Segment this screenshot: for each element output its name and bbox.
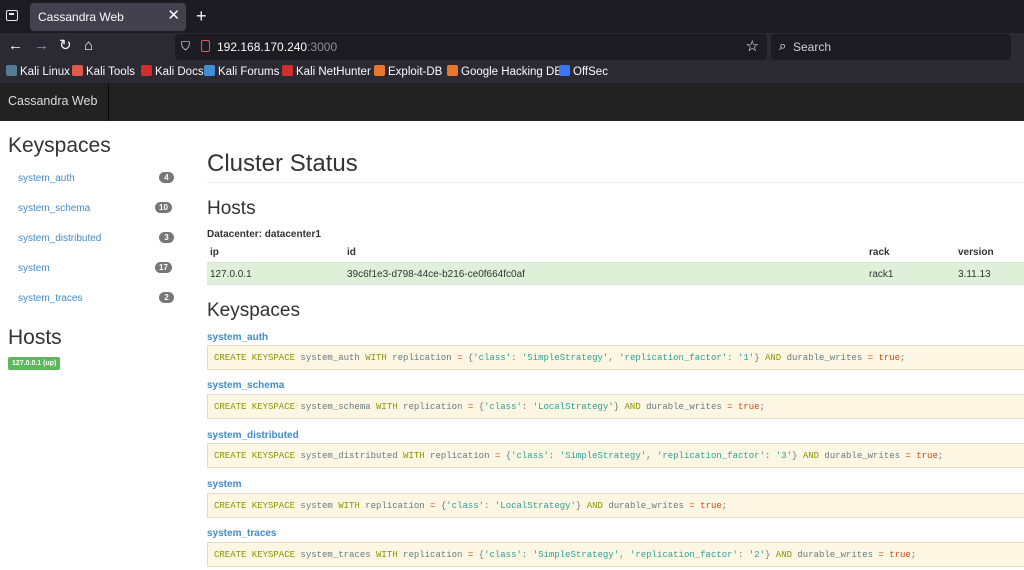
column-header-version: version: [958, 247, 994, 258]
browser-tab-bar: Cassandra Web ✕ +: [0, 0, 1024, 33]
cql-code-block: CREATE KEYSPACE system WITH replication …: [207, 493, 1024, 518]
keyspace-link-system-schema[interactable]: system_schema: [207, 380, 284, 391]
exploit-db-icon: [374, 65, 385, 76]
bookmark-exploit-db[interactable]: Exploit-DB: [374, 65, 442, 78]
column-header-rack: rack: [869, 247, 890, 258]
browser-tab[interactable]: Cassandra Web ✕: [30, 3, 186, 31]
close-tab-icon[interactable]: ✕: [167, 7, 180, 25]
reload-icon[interactable]: ↻: [59, 37, 72, 55]
cell-id: 39c6f1e3-d798-44ce-b216-ce0f664fc0af: [347, 269, 525, 280]
bookmark-kali-forums[interactable]: Kali Forums: [204, 65, 279, 78]
sidebar-item-system[interactable]: system: [18, 263, 50, 274]
offsec-icon: [559, 65, 570, 76]
sidebar-item-system-auth[interactable]: system_auth: [18, 173, 75, 184]
url-bar[interactable]: ⛉ 192.168.170.240:3000 ☆: [175, 34, 767, 60]
keyspace-link-system-traces[interactable]: system_traces: [207, 528, 277, 539]
bookmark-kali-docs[interactable]: Kali Docs: [141, 65, 204, 78]
kali-linux-icon: [6, 65, 17, 76]
new-tab-icon[interactable]: +: [196, 6, 207, 26]
ghdb-icon: [447, 65, 458, 76]
forward-arrow-icon[interactable]: →: [34, 37, 49, 55]
url-text[interactable]: 192.168.170.240:3000: [217, 40, 337, 54]
bookmarks-toolbar: Kali Linux Kali Tools Kali Docs Kali For…: [0, 61, 1024, 83]
bookmark-offsec[interactable]: OffSec: [559, 65, 608, 78]
host-status-label: 127.0.0.1 (up): [8, 357, 61, 370]
title-divider: [207, 182, 1024, 183]
cql-code-block: CREATE KEYSPACE system_auth WITH replica…: [207, 345, 1024, 370]
tab-list-icon[interactable]: [6, 10, 18, 21]
sidebar-hosts-heading: Hosts: [8, 326, 62, 349]
sidebar-item-system-traces[interactable]: system_traces: [18, 293, 82, 304]
datacenter-label: Datacenter: datacenter1: [207, 229, 321, 240]
column-header-ip: ip: [210, 247, 219, 258]
bookmark-kali-linux[interactable]: Kali Linux: [6, 65, 70, 78]
table-row: 127.0.0.1 39c6f1e3-d798-44ce-b216-ce0f66…: [207, 263, 1024, 285]
sidebar-badge-system-schema: 10: [155, 202, 172, 213]
sidebar-item-system-distributed[interactable]: system_distributed: [18, 233, 101, 244]
search-placeholder: Search: [793, 40, 832, 54]
cell-ip: 127.0.0.1: [210, 269, 252, 280]
sidebar-keyspaces-heading: Keyspaces: [8, 134, 111, 157]
kali-forums-icon: [204, 65, 215, 76]
bookmark-kali-nethunter[interactable]: Kali NetHunter: [282, 65, 371, 78]
sidebar-badge-system: 17: [155, 262, 172, 273]
insecure-lock-icon[interactable]: [201, 40, 210, 52]
bookmark-star-icon[interactable]: ☆: [746, 37, 759, 55]
keyspaces-heading: Keyspaces: [207, 300, 300, 321]
kali-tools-icon: [72, 65, 83, 76]
tab-title: Cassandra Web: [38, 10, 124, 24]
cql-code-block: CREATE KEYSPACE system_distributed WITH …: [207, 443, 1024, 468]
bookmark-kali-tools[interactable]: Kali Tools: [72, 65, 135, 78]
keyspace-link-system[interactable]: system: [207, 479, 241, 490]
cql-code-block: CREATE KEYSPACE system_traces WITH repli…: [207, 542, 1024, 567]
home-icon[interactable]: ⌂: [84, 37, 93, 55]
cell-rack: rack1: [869, 269, 894, 280]
back-arrow-icon[interactable]: ←: [8, 37, 23, 55]
sidebar-badge-system-distributed: 3: [159, 232, 174, 243]
kali-nethunter-icon: [282, 65, 293, 76]
search-icon: ⌕: [779, 38, 787, 53]
keyspace-link-system-auth[interactable]: system_auth: [207, 332, 268, 343]
cell-version: 3.11.13: [958, 269, 991, 280]
cql-code-block: CREATE KEYSPACE system_schema WITH repli…: [207, 394, 1024, 419]
sidebar-badge-system-traces: 2: [159, 292, 174, 303]
shield-icon[interactable]: ⛉: [181, 39, 190, 54]
sidebar-item-system-schema[interactable]: system_schema: [18, 203, 90, 214]
bookmark-google-hacking-db[interactable]: Google Hacking DB: [447, 65, 562, 78]
search-bar[interactable]: ⌕ Search: [771, 34, 1011, 60]
keyspace-link-system-distributed[interactable]: system_distributed: [207, 430, 299, 441]
hosts-heading: Hosts: [207, 198, 256, 219]
browser-nav-bar: ← → ↻ ⌂ ⛉ 192.168.170.240:3000 ☆ ⌕ Searc…: [0, 33, 1024, 61]
kali-docs-icon: [141, 65, 152, 76]
brand-link[interactable]: Cassandra Web: [0, 83, 109, 121]
sidebar-badge-system-auth: 4: [159, 172, 174, 183]
app-navbar: Cassandra Web: [0, 83, 1024, 121]
page-title: Cluster Status: [207, 150, 358, 177]
column-header-id: id: [347, 247, 356, 258]
